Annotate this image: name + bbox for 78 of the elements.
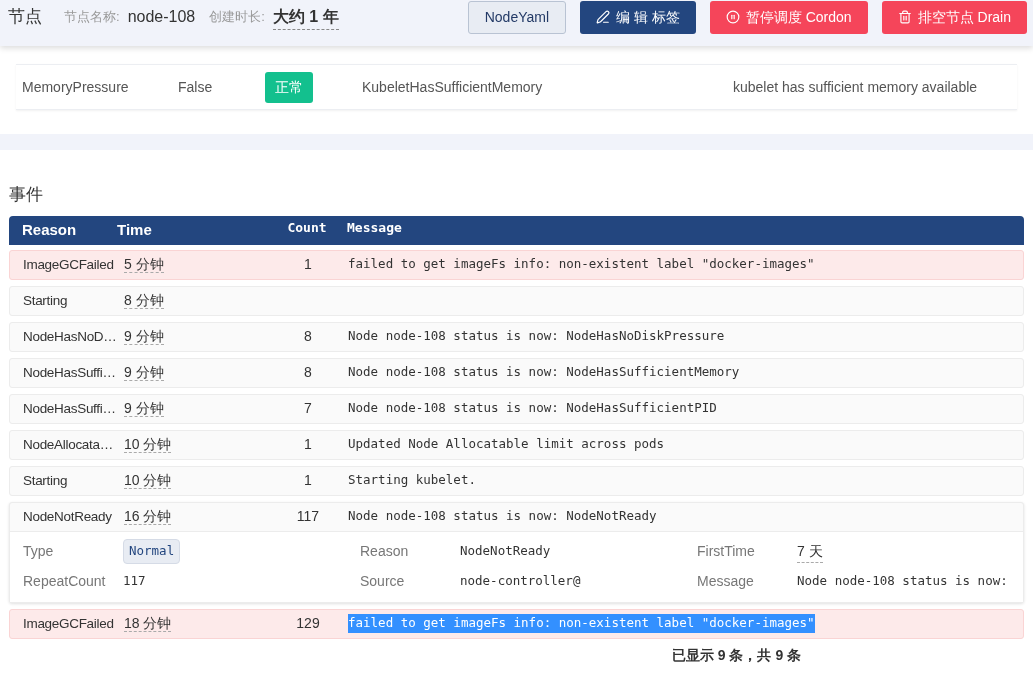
event-row[interactable]: ImageGCFailed 18 分钟 129 failed to get imageFs info: non-existent label "docker-images": [9, 608, 1024, 639]
reason-cell: ImageGCFailed: [23, 615, 114, 631]
count-cell: 8: [304, 328, 312, 344]
event-row[interactable]: ImageGCFailed 5 分钟 1 failed to get imageFs info: non-existent label "docker-images": [9, 249, 1024, 280]
toolbar-button[interactable]: 暂停调度 Cordon: [709, 0, 868, 34]
message-cell: Node node-108 status is now: NodeHasSufficientPID: [348, 399, 717, 418]
reason-cell: NodeHasSuffi…: [23, 400, 116, 416]
condition-reason: KubeletHasSufficientMemory: [362, 77, 544, 97]
time-cell: 5 分钟: [124, 256, 164, 273]
detail-label: FirstTime: [697, 542, 756, 561]
detail-value: 117: [123, 572, 146, 591]
trash-icon: [897, 10, 912, 24]
condition-message: kubelet has sufficient memory available: [733, 77, 978, 97]
message-cell: Node node-108 status is now: NodeHasNoDiskPressure: [348, 327, 725, 346]
message-cell: Updated Node Allocatable limit across pods: [348, 435, 665, 454]
condition-type: MemoryPressure: [21, 77, 130, 97]
event-row[interactable]: NodeHasSuffi… 9 分钟 7 Node node-108 status is now: NodeHasSufficientPID: [9, 393, 1024, 424]
footer-count: 已显示 9 条，共 9 条: [671, 645, 802, 665]
event-row[interactable]: Starting 8 分钟: [9, 285, 1024, 316]
event-row[interactable]: Starting 10 分钟 1 Starting kubelet.: [9, 465, 1024, 496]
column-header: Message: [347, 219, 402, 238]
time-cell: 18 分钟: [124, 615, 172, 632]
time-cell: 16 分钟: [124, 508, 172, 525]
node-name: node-108: [127, 7, 196, 27]
detail-value: Node node-108 status is now:: [797, 572, 1008, 591]
time-cell: 9 分钟: [124, 364, 164, 381]
name-label: 节点名称:: [64, 8, 120, 27]
age-label: 创建时长:: [209, 8, 265, 27]
message-cell: failed to get imageFs info: non-existent label "docker-images": [348, 614, 815, 633]
column-header: Time: [117, 219, 153, 240]
reason-cell: NodeAllocata…: [23, 436, 113, 452]
event-row[interactable]: NodeHasNoD… 9 分钟 8 Node node-108 status is now: NodeHasNoDiskPressure: [9, 321, 1024, 352]
event-row[interactable]: NodeAllocata… 10 分钟 1 Updated Node Allocatable limit across pods: [9, 429, 1024, 460]
message-cell: Node node-108 status is now: NodeHasSufficientMemory: [348, 363, 740, 382]
detail-label: Type: [23, 542, 55, 561]
detail-label: Message: [697, 572, 755, 591]
time-cell: 10 分钟: [124, 472, 172, 489]
time-cell: 8 分钟: [124, 292, 164, 309]
detail-label: Reason: [360, 542, 410, 561]
condition-status: False: [178, 77, 214, 97]
count-cell: 7: [304, 400, 312, 416]
reason-cell: ImageGCFailed: [23, 256, 114, 272]
time-cell: 10 分钟: [124, 436, 172, 453]
toolbar-button[interactable]: 编 辑 标签: [580, 0, 696, 34]
reason-cell: Starting: [23, 472, 68, 488]
message-cell: Node node-108 status is now: NodeNotReady: [348, 507, 657, 526]
event-row[interactable]: NodeHasSuffi… 9 分钟 8 Node node-108 status is now: NodeHasSufficientMemory: [9, 357, 1024, 388]
count-cell: 1: [304, 256, 312, 272]
detail-value: 7 天: [797, 540, 823, 563]
column-header: Count: [286, 219, 328, 238]
count-cell: 129: [296, 615, 320, 631]
pause-icon: [725, 10, 740, 24]
section-title: 事件: [9, 184, 44, 206]
detail-label: RepeatCount: [23, 572, 107, 591]
reason-cell: NodeHasSuffi…: [23, 364, 116, 380]
message-cell: Starting kubelet.: [348, 471, 476, 490]
detail-label: Source: [360, 572, 406, 591]
message-cell: failed to get imageFs info: non-existent label "docker-images": [348, 255, 815, 274]
event-row[interactable]: NodeNotReady 16 分钟 117 Node node-108 status is now: NodeNotReady Type Normal Reason NodeNotReady FirstTime 7 天 RepeatCount 117 Source node-controller@ Message Node node-108 status is now:: [9, 501, 1024, 603]
count-cell: 1: [304, 436, 312, 452]
toolbar-button[interactable]: 排空节点 Drain: [881, 0, 1027, 34]
count-cell: 1: [304, 472, 312, 488]
page-title: 节点: [8, 6, 42, 29]
type-badge: Normal: [123, 539, 181, 564]
count-cell: 117: [296, 508, 320, 524]
age-value: 大约 1 年: [272, 4, 339, 30]
time-cell: 9 分钟: [124, 400, 164, 417]
pencil-icon: [596, 10, 611, 24]
reason-cell: Starting: [23, 292, 68, 308]
time-cell: 9 分钟: [124, 328, 164, 345]
detail-value: node-controller@: [460, 572, 581, 591]
reason-cell: NodeNotReady: [23, 508, 112, 524]
toolbar-button[interactable]: NodeYaml: [467, 0, 567, 34]
reason-cell: NodeHasNoD…: [23, 328, 117, 344]
detail-value: NodeNotReady: [460, 542, 551, 561]
status-badge: 正常: [265, 71, 313, 103]
count-cell: 8: [304, 364, 312, 380]
column-header: Reason: [21, 219, 78, 240]
